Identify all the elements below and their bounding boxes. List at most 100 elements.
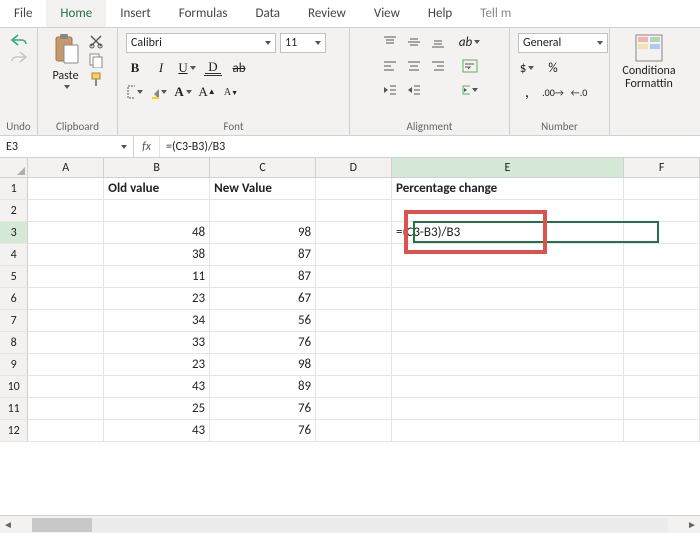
cell-C7[interactable]: 56: [210, 310, 316, 332]
cell-E3[interactable]: =(C3-B3)/B3: [392, 222, 624, 244]
cell-A8[interactable]: [28, 332, 104, 354]
number-format-select[interactable]: General: [518, 33, 608, 53]
paste-button[interactable]: Paste: [52, 33, 80, 89]
copy-icon[interactable]: [88, 52, 104, 68]
row-header-9[interactable]: 9: [0, 354, 28, 376]
scroll-left-icon[interactable]: ◄: [0, 518, 16, 531]
cell-B9[interactable]: 23: [104, 354, 210, 376]
cell-B5[interactable]: 11: [104, 266, 210, 288]
strike-button[interactable]: ab: [230, 59, 248, 77]
decrease-indent-icon[interactable]: [381, 81, 399, 99]
cell-A4[interactable]: [28, 244, 104, 266]
cell-D3[interactable]: [316, 222, 392, 244]
align-bottom-icon[interactable]: [429, 33, 447, 51]
cell-F10[interactable]: [624, 376, 700, 398]
increase-decimal-icon[interactable]: .00→: [544, 83, 562, 101]
cell-D2[interactable]: [316, 200, 392, 222]
name-box[interactable]: E3: [0, 136, 134, 157]
row-header-11[interactable]: 11: [0, 398, 28, 420]
row-header-5[interactable]: 5: [0, 266, 28, 288]
col-header-E[interactable]: E: [392, 158, 625, 177]
formula-input[interactable]: =(C3-B3)/B3: [160, 140, 700, 154]
cell-C1[interactable]: New Value: [210, 178, 316, 200]
cell-E6[interactable]: [392, 288, 624, 310]
cell-A11[interactable]: [28, 398, 104, 420]
cell-F7[interactable]: [624, 310, 700, 332]
italic-button[interactable]: I: [152, 59, 170, 77]
bold-button[interactable]: B: [126, 59, 144, 77]
cell-A2[interactable]: [28, 200, 104, 222]
cell-E1[interactable]: Percentage change: [392, 178, 624, 200]
align-left-icon[interactable]: [381, 57, 399, 75]
col-header-C[interactable]: C: [210, 158, 316, 177]
cell-A5[interactable]: [28, 266, 104, 288]
select-all-corner[interactable]: [0, 158, 28, 177]
cell-D8[interactable]: [316, 332, 392, 354]
cell-D5[interactable]: [316, 266, 392, 288]
cell-E10[interactable]: [392, 376, 624, 398]
cell-C5[interactable]: 87: [210, 266, 316, 288]
tab-view[interactable]: View: [360, 0, 414, 27]
scroll-right-icon[interactable]: ►: [684, 518, 700, 531]
comma-icon[interactable]: ,: [518, 83, 536, 101]
cell-F3[interactable]: [624, 222, 700, 244]
cell-B10[interactable]: 43: [104, 376, 210, 398]
increase-indent-icon[interactable]: [405, 81, 423, 99]
col-header-D[interactable]: D: [316, 158, 392, 177]
cell-E9[interactable]: [392, 354, 624, 376]
col-header-B[interactable]: B: [104, 158, 210, 177]
cell-C4[interactable]: 87: [210, 244, 316, 266]
merge-icon[interactable]: [461, 81, 479, 99]
cut-icon[interactable]: [88, 33, 104, 49]
align-middle-icon[interactable]: [405, 33, 423, 51]
cell-F2[interactable]: [624, 200, 700, 222]
col-header-F[interactable]: F: [624, 158, 700, 177]
cell-A3[interactable]: [28, 222, 104, 244]
cell-B4[interactable]: 38: [104, 244, 210, 266]
cell-C3[interactable]: 98: [210, 222, 316, 244]
cell-A9[interactable]: [28, 354, 104, 376]
cell-C6[interactable]: 67: [210, 288, 316, 310]
cell-F6[interactable]: [624, 288, 700, 310]
cell-C8[interactable]: 76: [210, 332, 316, 354]
row-header-10[interactable]: 10: [0, 376, 28, 398]
cell-B2[interactable]: [104, 200, 210, 222]
cell-D12[interactable]: [316, 420, 392, 442]
cell-E2[interactable]: [392, 200, 624, 222]
font-size-select[interactable]: 11: [280, 33, 326, 53]
cell-C2[interactable]: [210, 200, 316, 222]
cell-D4[interactable]: [316, 244, 392, 266]
row-header-3[interactable]: 3: [0, 222, 28, 244]
decrease-font-button[interactable]: A▼: [222, 83, 240, 101]
align-center-icon[interactable]: [405, 57, 423, 75]
scroll-thumb[interactable]: [32, 518, 92, 532]
font-color-button[interactable]: A: [174, 83, 192, 101]
cell-E11[interactable]: [392, 398, 624, 420]
undo-icon[interactable]: [10, 33, 28, 47]
row-header-8[interactable]: 8: [0, 332, 28, 354]
horizontal-scrollbar[interactable]: ◄ ►: [0, 515, 700, 533]
tab-formulas[interactable]: Formulas: [165, 0, 242, 27]
cell-C9[interactable]: 98: [210, 354, 316, 376]
cell-F11[interactable]: [624, 398, 700, 420]
cell-D7[interactable]: [316, 310, 392, 332]
row-header-2[interactable]: 2: [0, 200, 28, 222]
cell-C12[interactable]: 76: [210, 420, 316, 442]
row-header-6[interactable]: 6: [0, 288, 28, 310]
font-name-select[interactable]: Calibri: [126, 33, 276, 53]
cell-E7[interactable]: [392, 310, 624, 332]
conditional-formatting-button[interactable]: Conditiona Formattin: [622, 33, 675, 91]
cell-F8[interactable]: [624, 332, 700, 354]
wrap-text-icon[interactable]: [461, 57, 479, 75]
double-underline-button[interactable]: D: [204, 61, 222, 76]
underline-button[interactable]: U: [178, 59, 196, 77]
decrease-decimal-icon[interactable]: ←.0: [570, 83, 588, 101]
row-header-7[interactable]: 7: [0, 310, 28, 332]
cell-F12[interactable]: [624, 420, 700, 442]
cell-F5[interactable]: [624, 266, 700, 288]
cell-D6[interactable]: [316, 288, 392, 310]
tab-review[interactable]: Review: [294, 0, 360, 27]
cell-E8[interactable]: [392, 332, 624, 354]
cell-A7[interactable]: [28, 310, 104, 332]
align-top-icon[interactable]: [381, 33, 399, 51]
